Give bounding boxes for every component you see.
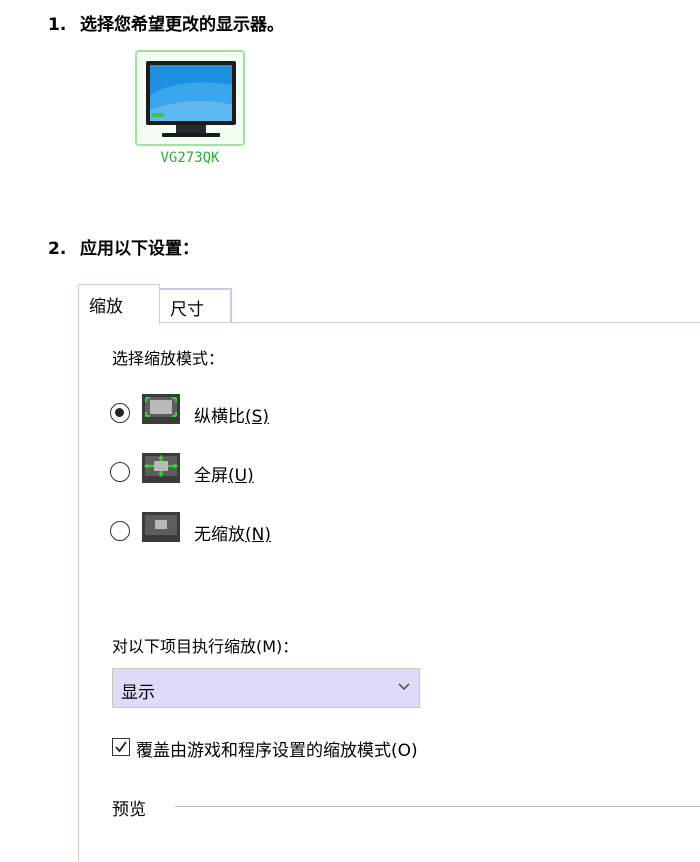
step-1-text: 选择您希望更改的显示器。 (80, 15, 284, 35)
override-scaling-checkbox[interactable] (112, 738, 130, 756)
override-scaling-label: 覆盖由游戏和程序设置的缩放模式(O) (136, 741, 418, 761)
tab-size[interactable]: 尺寸 (158, 288, 232, 322)
tab-scaling[interactable]: 缩放 (78, 284, 160, 324)
full-screen-accelerator: (U) (228, 466, 254, 486)
radio-button-full-screen[interactable] (110, 462, 130, 482)
radio-button-no-scaling[interactable] (110, 521, 130, 541)
monitor-icon (146, 61, 236, 137)
checkmark-icon (115, 741, 127, 753)
aspect-ratio-accelerator: (S) (245, 407, 270, 427)
step-2-text: 应用以下设置： (80, 239, 199, 259)
aspect-ratio-icon (142, 394, 180, 424)
scale-mode-label: 选择缩放模式： (112, 349, 225, 368)
aspect-ratio-text: 纵横比 (194, 407, 245, 427)
monitor-name: VG273QK (160, 150, 220, 166)
radio-label-aspect-ratio: 纵横比(S) (194, 402, 269, 427)
no-scaling-icon (142, 512, 180, 542)
no-scaling-text: 无缩放 (194, 525, 245, 545)
step-2-heading: 2. 应用以下设置： (48, 234, 199, 259)
perform-scaling-label: 对以下项目执行缩放(M)： (112, 637, 299, 656)
radio-label-full-screen: 全屏(U) (194, 461, 254, 486)
monitor-tile-selected[interactable] (135, 50, 245, 146)
perform-scaling-select[interactable]: 显示 (112, 668, 420, 708)
step-2-number: 2. (48, 239, 67, 259)
no-scaling-accelerator: (N) (245, 525, 271, 545)
step-1-heading: 1. 选择您希望更改的显示器。 (48, 10, 284, 35)
radio-label-no-scaling: 无缩放(N) (194, 520, 271, 545)
preview-label: 预览 (112, 800, 146, 820)
radio-button-aspect-ratio[interactable] (110, 403, 130, 423)
chevron-down-icon (398, 683, 410, 691)
step-1-number: 1. (48, 15, 67, 35)
preview-divider (175, 806, 700, 807)
full-screen-text: 全屏 (194, 466, 228, 486)
perform-scaling-value: 显示 (121, 683, 155, 703)
full-screen-icon (142, 453, 180, 483)
